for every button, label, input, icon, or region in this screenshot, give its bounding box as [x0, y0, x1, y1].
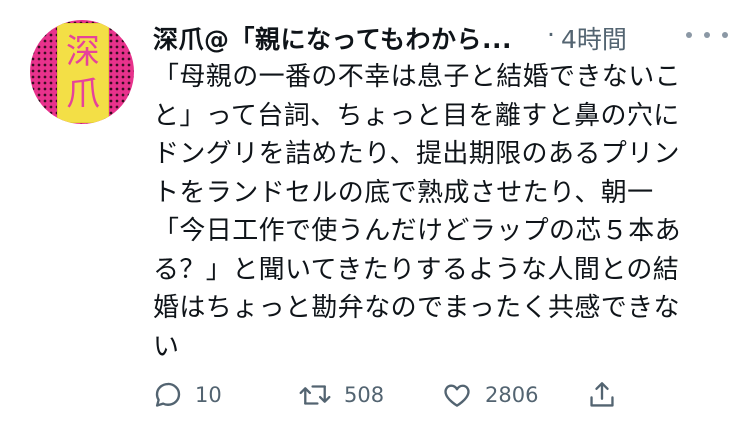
retweet-button[interactable]: 508 [298, 372, 384, 418]
tweet-text-line: ドングリを詰めたり、提出期限のあるプリン [153, 139, 680, 169]
more-dot-icon [686, 32, 692, 38]
like-button[interactable]: 2806 [441, 372, 538, 418]
tweet-header: 深爪@「親になってもわから... · 4時間 [153, 14, 733, 58]
tweet: 深 爪 深爪@「親になってもわから... · 4時間 「母親の一番の不幸は息子と… [0, 0, 750, 437]
avatar-glyph-top: 深 [66, 32, 100, 72]
avatar-panel: 深 爪 [57, 23, 109, 123]
tweet-text: 「母親の一番の不幸は息子と結婚できないこ と」って台詞、ちょっと目を離すと鼻の穴… [153, 58, 725, 366]
tweet-text-line: 「今日工作で使うんだけどラップの芯５本あ [153, 216, 682, 246]
more-dot-icon [704, 32, 710, 38]
reply-icon [155, 382, 181, 407]
heart-icon [444, 384, 470, 407]
action-bar: 10 508 2806 [153, 372, 633, 418]
author-name[interactable]: 深爪@「親になってもわから... [153, 20, 512, 56]
more-dot-icon [722, 32, 728, 38]
tweet-text-line: る？」と聞いてきたりするような人間との結 [153, 254, 680, 285]
tweet-text-line: と」って台詞、ちょっと目を離すと鼻の穴に [153, 100, 680, 131]
tweet-text-line: 「母親の一番の不幸は息子と結婚できないこ [153, 62, 682, 92]
tweet-text-line: 婚はちょっと勘弁なのでまったく共感できな [153, 293, 680, 323]
reply-count: 10 [195, 383, 222, 407]
share-button[interactable] [587, 372, 617, 418]
avatar[interactable]: 深 爪 [30, 20, 134, 124]
tweet-text-line: い [153, 331, 180, 362]
separator-dot: · [547, 20, 555, 49]
share-icon [590, 382, 614, 407]
tweet-text-line: トをランドセルの底で熟成させたり、朝一 [153, 177, 654, 208]
retweet-count: 508 [344, 383, 385, 407]
like-count: 2806 [485, 383, 539, 407]
more-options-button[interactable] [683, 20, 731, 50]
retweet-icon [299, 385, 331, 405]
timestamp[interactable]: 4時間 [561, 20, 627, 56]
avatar-glyph-bottom: 爪 [66, 74, 100, 114]
reply-button[interactable]: 10 [153, 372, 222, 418]
